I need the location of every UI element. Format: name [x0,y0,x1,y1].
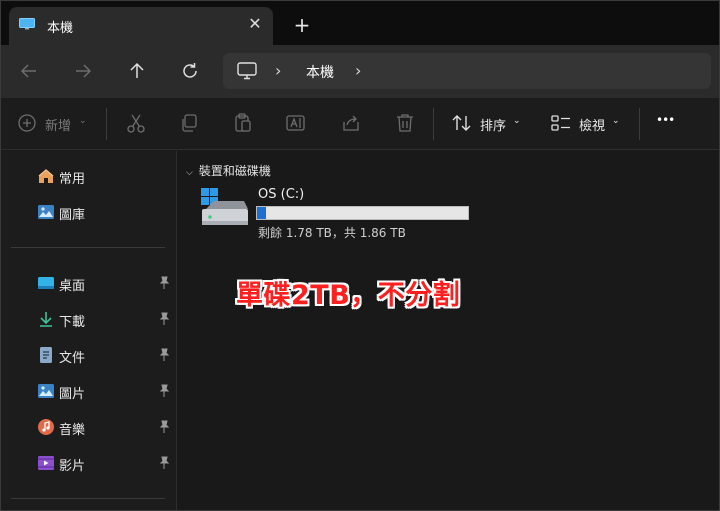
copy-button[interactable] [178,112,200,136]
sidebar-item-label: 文件 [59,351,86,366]
sidebar-item-label: 圖庫 [59,208,86,223]
plus-circle-icon [18,114,36,132]
refresh-button[interactable] [177,58,203,84]
sidebar-item-gallery[interactable]: 圖庫 [1,197,177,227]
home-icon [38,169,54,183]
forward-button[interactable] [70,58,96,84]
view-list-icon [551,115,570,131]
sidebar-item-desktop[interactable]: 桌面 [1,268,177,298]
toolbar-divider [433,108,434,140]
video-icon [38,456,54,470]
delete-button[interactable] [394,112,416,136]
computer-icon [19,18,35,30]
cut-button[interactable] [125,112,147,136]
file-explorer-window: 本機 ✕ + › 本機 › 新增 ⌄ 排序 ⌄ 檢視 ⌄ ••• 常用 圖庫 桌… [0,0,720,511]
group-title: 裝置和磁碟機 [198,164,271,178]
drive-usage-fill [257,207,267,219]
new-tab-button[interactable]: + [291,14,313,36]
sidebar-item-label: 桌面 [59,279,86,294]
sidebar-item-videos[interactable]: 影片 [1,448,177,478]
navigation-bar: › 本機 › [1,45,719,98]
view-button-label: 檢視 [579,119,606,134]
sidebar-divider [11,247,165,248]
toolbar-divider [106,108,107,140]
back-button[interactable] [16,58,42,84]
pictures-icon [38,384,54,398]
breadcrumb-chevron-icon[interactable]: › [275,61,281,80]
scissors-icon [127,114,145,133]
new-button-label: 新增 [45,119,72,134]
paste-button[interactable] [232,112,254,136]
pin-icon[interactable] [158,348,170,362]
chevron-down-icon[interactable]: ⌵ [186,168,193,178]
share-icon [343,115,359,131]
sort-button-label: 排序 [480,119,507,134]
sidebar-item-music[interactable]: 音樂 [1,412,177,442]
sort-arrows-icon [452,115,471,131]
sidebar-item-downloads[interactable]: 下載 [1,304,177,334]
sidebar-item-label: 下載 [59,315,86,330]
rename-button[interactable] [285,112,307,136]
sidebar-item-label: 音樂 [59,423,86,438]
chevron-down-icon: ⌄ [612,116,620,126]
close-tab-icon[interactable]: ✕ [245,14,265,34]
annotation-text: 單碟2TB，不分割 [236,280,461,311]
share-button[interactable] [340,112,362,136]
chevron-down-icon: ⌄ [79,116,87,126]
sidebar-item-home[interactable]: 常用 [1,161,177,191]
computer-icon [237,62,257,80]
sidebar-item-label: 影片 [59,459,86,474]
music-icon [38,419,54,435]
download-icon [40,312,52,327]
pin-icon[interactable] [158,312,170,326]
address-bar[interactable]: › 本機 › [223,53,711,89]
view-button[interactable]: 檢視 ⌄ [550,112,626,136]
drive-usage-bar [256,206,469,220]
document-icon [40,347,52,363]
tab-title: 本機 [47,21,74,36]
drive-free-space: 剩餘 1.78 TB，共 1.86 TB [258,226,406,240]
pin-icon[interactable] [158,420,170,434]
arrow-left-icon [20,64,36,78]
sidebar-item-label: 常用 [59,172,86,187]
toolbar-divider [639,108,640,140]
refresh-icon [183,63,197,78]
breadcrumb-this-pc[interactable]: 本機 [306,62,334,82]
more-options-button[interactable]: ••• [656,112,680,136]
drive-name: OS (C:) [258,187,305,202]
sidebar-divider [11,498,165,499]
copy-icon [182,114,197,132]
drive-item-c[interactable]: OS (C:) 剩餘 1.78 TB，共 1.86 TB [196,185,496,241]
sort-button[interactable]: 排序 ⌄ [451,112,525,136]
sidebar-item-documents[interactable]: 文件 [1,340,177,370]
content-area: ⌵ 裝置和磁碟機 OS (C:) 剩餘 1.78 TB，共 1.86 TB 單碟2… [178,151,719,510]
pin-icon[interactable] [158,456,170,470]
new-button[interactable]: 新增 ⌄ [17,112,89,136]
sidebar-item-pictures[interactable]: 圖片 [1,376,177,406]
arrow-up-icon [130,62,144,78]
breadcrumb-chevron-icon[interactable]: › [355,61,361,80]
pin-icon[interactable] [158,384,170,398]
arrow-right-icon [76,64,92,78]
gallery-icon [38,205,54,219]
tab-this-pc[interactable]: 本機 ✕ [9,7,273,45]
more-icon: ••• [656,113,675,127]
up-button[interactable] [124,58,150,84]
pin-icon[interactable] [158,276,170,290]
navigation-pane: 常用 圖庫 桌面 下載 文件 圖片 音樂 影片 [1,151,177,510]
hard-drive-icon [201,188,248,225]
title-bar: 本機 ✕ + [1,1,719,45]
trash-icon [397,114,413,132]
chevron-down-icon: ⌄ [513,116,521,126]
desktop-icon [38,277,54,289]
command-bar: 新增 ⌄ 排序 ⌄ 檢視 ⌄ ••• [1,98,719,150]
rename-icon [286,115,305,131]
group-header-devices[interactable]: ⌵ 裝置和磁碟機 [186,162,271,179]
sidebar-item-label: 圖片 [59,387,86,402]
clipboard-icon [235,113,251,132]
